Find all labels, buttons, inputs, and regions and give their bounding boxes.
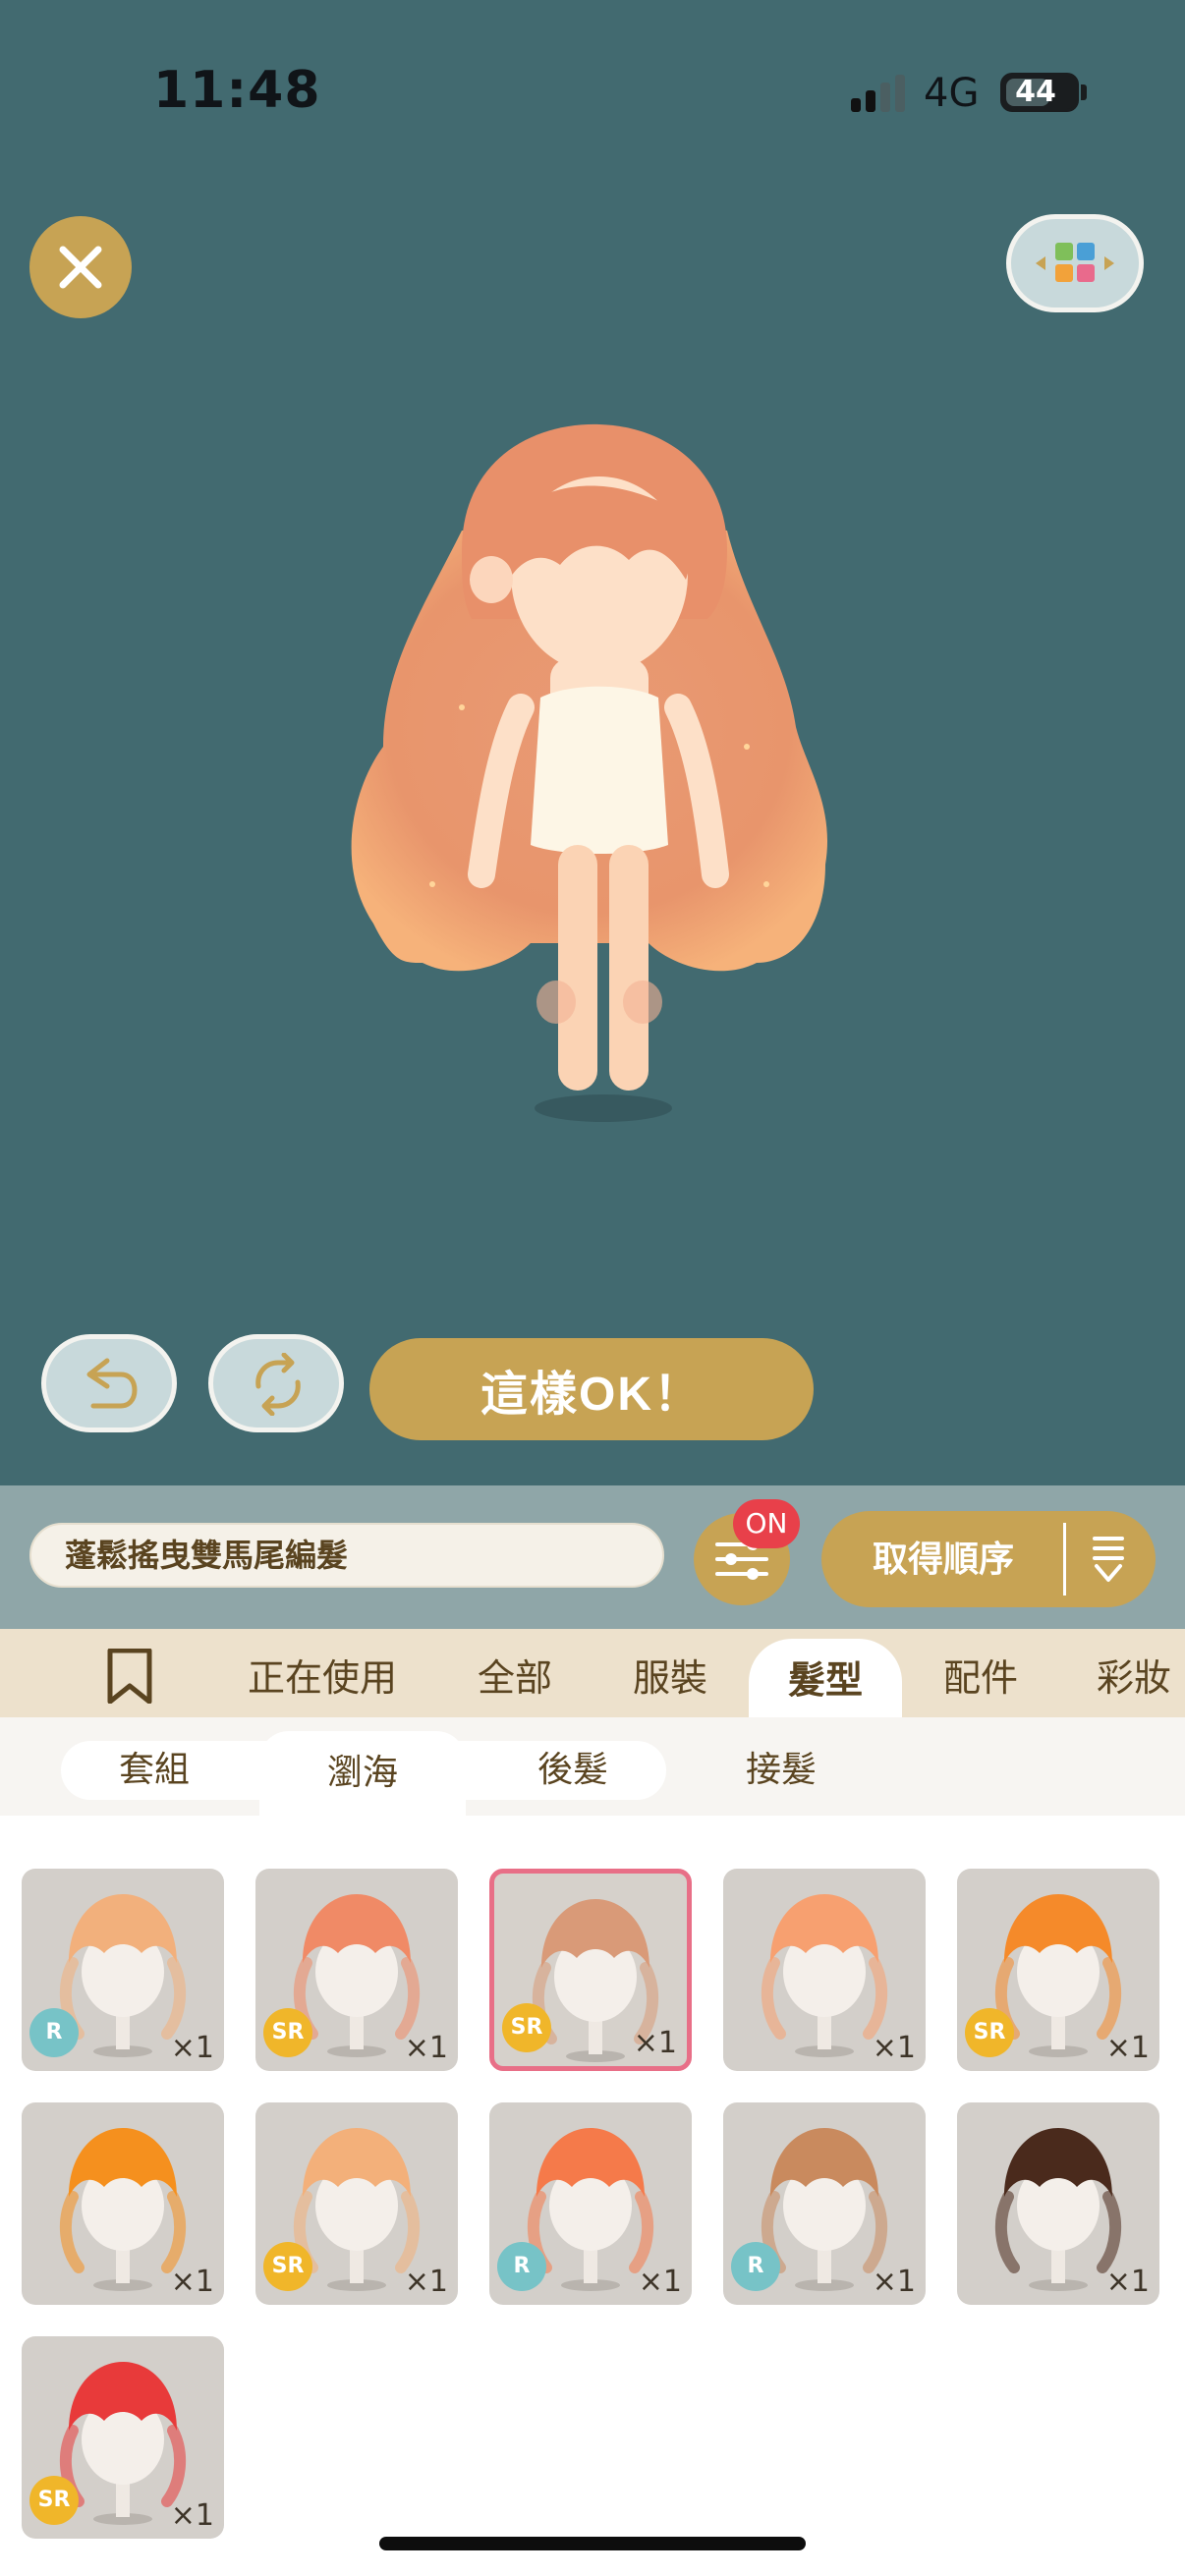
rarity-badge: R — [497, 2242, 546, 2291]
item-quantity: ×1 — [638, 2265, 682, 2299]
item-quantity: ×1 — [1105, 2031, 1150, 2065]
item-quantity: ×1 — [170, 2031, 214, 2065]
battery-level: 44 — [1015, 75, 1056, 109]
undo-button[interactable] — [41, 1334, 177, 1432]
hairstyle-item[interactable]: ×1 — [957, 2102, 1159, 2305]
sort-divider — [1063, 1523, 1066, 1596]
hairstyle-item[interactable]: ×1 — [22, 2102, 224, 2305]
category-tabs: 正在使用 全部 服裝 髮型 配件 彩妝 — [0, 1629, 1185, 1717]
home-indicator — [379, 2537, 806, 2550]
rarity-badge: R — [731, 2242, 780, 2291]
hairstyle-item[interactable]: R ×1 — [22, 1869, 224, 2071]
status-time: 11:48 — [153, 61, 321, 120]
item-quantity: ×1 — [170, 2498, 214, 2533]
item-quantity: ×1 — [872, 2265, 916, 2299]
tab-accessories[interactable]: 配件 — [943, 1629, 1018, 1717]
tab-hairstyle[interactable]: 髮型 — [749, 1639, 902, 1717]
battery-icon: 44 — [1000, 73, 1079, 112]
item-quantity: ×1 — [1105, 2265, 1150, 2299]
tab-makeup[interactable]: 彩妝 — [1097, 1629, 1171, 1717]
item-name-bar: 蓬鬆搖曳雙馬尾編髮 ON 取得順序 — [0, 1485, 1185, 1629]
cellular-signal-icon — [851, 73, 906, 112]
sort-direction-icon — [1093, 1537, 1124, 1582]
rarity-badge: SR — [263, 2008, 312, 2057]
filter-on-badge: ON — [733, 1499, 800, 1548]
hairstyle-item[interactable]: SR ×1 — [22, 2336, 224, 2539]
avatar-preview-area: 11:48 4G 44 這樣OK！ — [0, 0, 1185, 1485]
rarity-badge: SR — [263, 2242, 312, 2291]
shuffle-icon — [255, 1353, 301, 1416]
layout-switch-icon — [1036, 243, 1114, 282]
item-quantity: ×1 — [404, 2265, 448, 2299]
hairstyle-item[interactable]: R ×1 — [723, 2102, 926, 2305]
selected-item-name: 蓬鬆搖曳雙馬尾編髮 — [29, 1523, 664, 1588]
item-quantity: ×1 — [404, 2031, 448, 2065]
hairstyle-item[interactable]: SR ×1 — [255, 1869, 458, 2071]
close-button[interactable] — [29, 216, 132, 318]
hairstyle-item[interactable]: ×1 — [723, 1869, 926, 2071]
subtab-set[interactable]: 套組 — [90, 1741, 218, 1800]
avatar-character — [351, 423, 828, 1122]
hairstyle-item[interactable]: R ×1 — [489, 2102, 692, 2305]
rarity-badge: SR — [29, 2476, 79, 2525]
item-quantity: ×1 — [633, 2026, 677, 2060]
close-icon — [59, 246, 102, 289]
subcategory-tabs: 套組 瀏海 後髮 接髮 — [0, 1717, 1185, 1816]
sort-order-label: 取得順序 — [873, 1539, 1015, 1579]
layout-switch-button[interactable] — [1006, 214, 1144, 312]
confirm-ok-button[interactable]: 這樣OK！ — [369, 1338, 814, 1440]
hairstyle-item-grid: R ×1 SR ×1 SR ×1 ×1 SR ×1 ×1 SR ×1 R ×1 R ×1 ×1 SR ×1 — [0, 1816, 1185, 2576]
hairstyle-item[interactable]: SR ×1 — [957, 1869, 1159, 2071]
rarity-badge: SR — [502, 2003, 551, 2052]
network-type: 4G — [924, 71, 980, 116]
item-quantity: ×1 — [170, 2265, 214, 2299]
rarity-badge: SR — [965, 2008, 1014, 2057]
hairstyle-item[interactable]: SR ×1 — [255, 2102, 458, 2305]
shuffle-button[interactable] — [208, 1334, 344, 1432]
undo-icon — [86, 1358, 138, 1409]
item-quantity: ×1 — [872, 2031, 916, 2065]
rarity-badge: R — [29, 2008, 79, 2057]
tab-all[interactable]: 全部 — [478, 1629, 552, 1717]
tab-in-use[interactable]: 正在使用 — [248, 1629, 397, 1717]
subtab-bangs[interactable]: 瀏海 — [259, 1731, 466, 1816]
tab-clothing[interactable]: 服裝 — [633, 1629, 707, 1717]
sort-order-button[interactable]: 取得順序 — [821, 1511, 1156, 1607]
battery-cap — [1081, 84, 1087, 100]
hairstyle-item[interactable]: SR ×1 — [489, 1869, 692, 2071]
bookmark-icon[interactable] — [106, 1649, 153, 1704]
subtab-extensions[interactable]: 接髮 — [717, 1741, 845, 1800]
subtab-back-hair[interactable]: 後髮 — [509, 1741, 637, 1800]
